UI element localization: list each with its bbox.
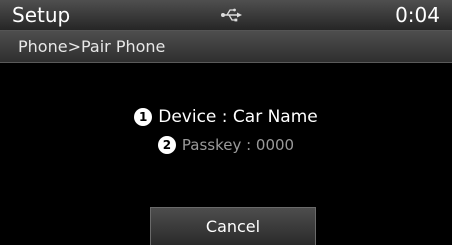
device-row: 1 Device : Car Name: [0, 107, 452, 127]
usb-icon: [221, 8, 242, 22]
device-name-label: Device : Car Name: [158, 107, 318, 127]
status-title: Setup: [12, 3, 71, 27]
passkey-label: Passkey : 0000: [181, 136, 295, 154]
number-2-badge: 2: [157, 136, 176, 154]
cancel-button[interactable]: Cancel: [150, 207, 316, 245]
passkey-row: 2 Passkey : 0000: [0, 136, 452, 154]
number-1-badge: 1: [134, 108, 153, 126]
breadcrumb-bar: Phone>Pair Phone: [0, 31, 452, 63]
breadcrumb: Phone>Pair Phone: [18, 37, 166, 56]
setup-screen: Setup 0:04 Phone>Pair Phone 1 Device : C…: [0, 0, 452, 245]
status-time: 0:04: [395, 3, 440, 27]
status-bar: Setup 0:04: [0, 0, 452, 31]
